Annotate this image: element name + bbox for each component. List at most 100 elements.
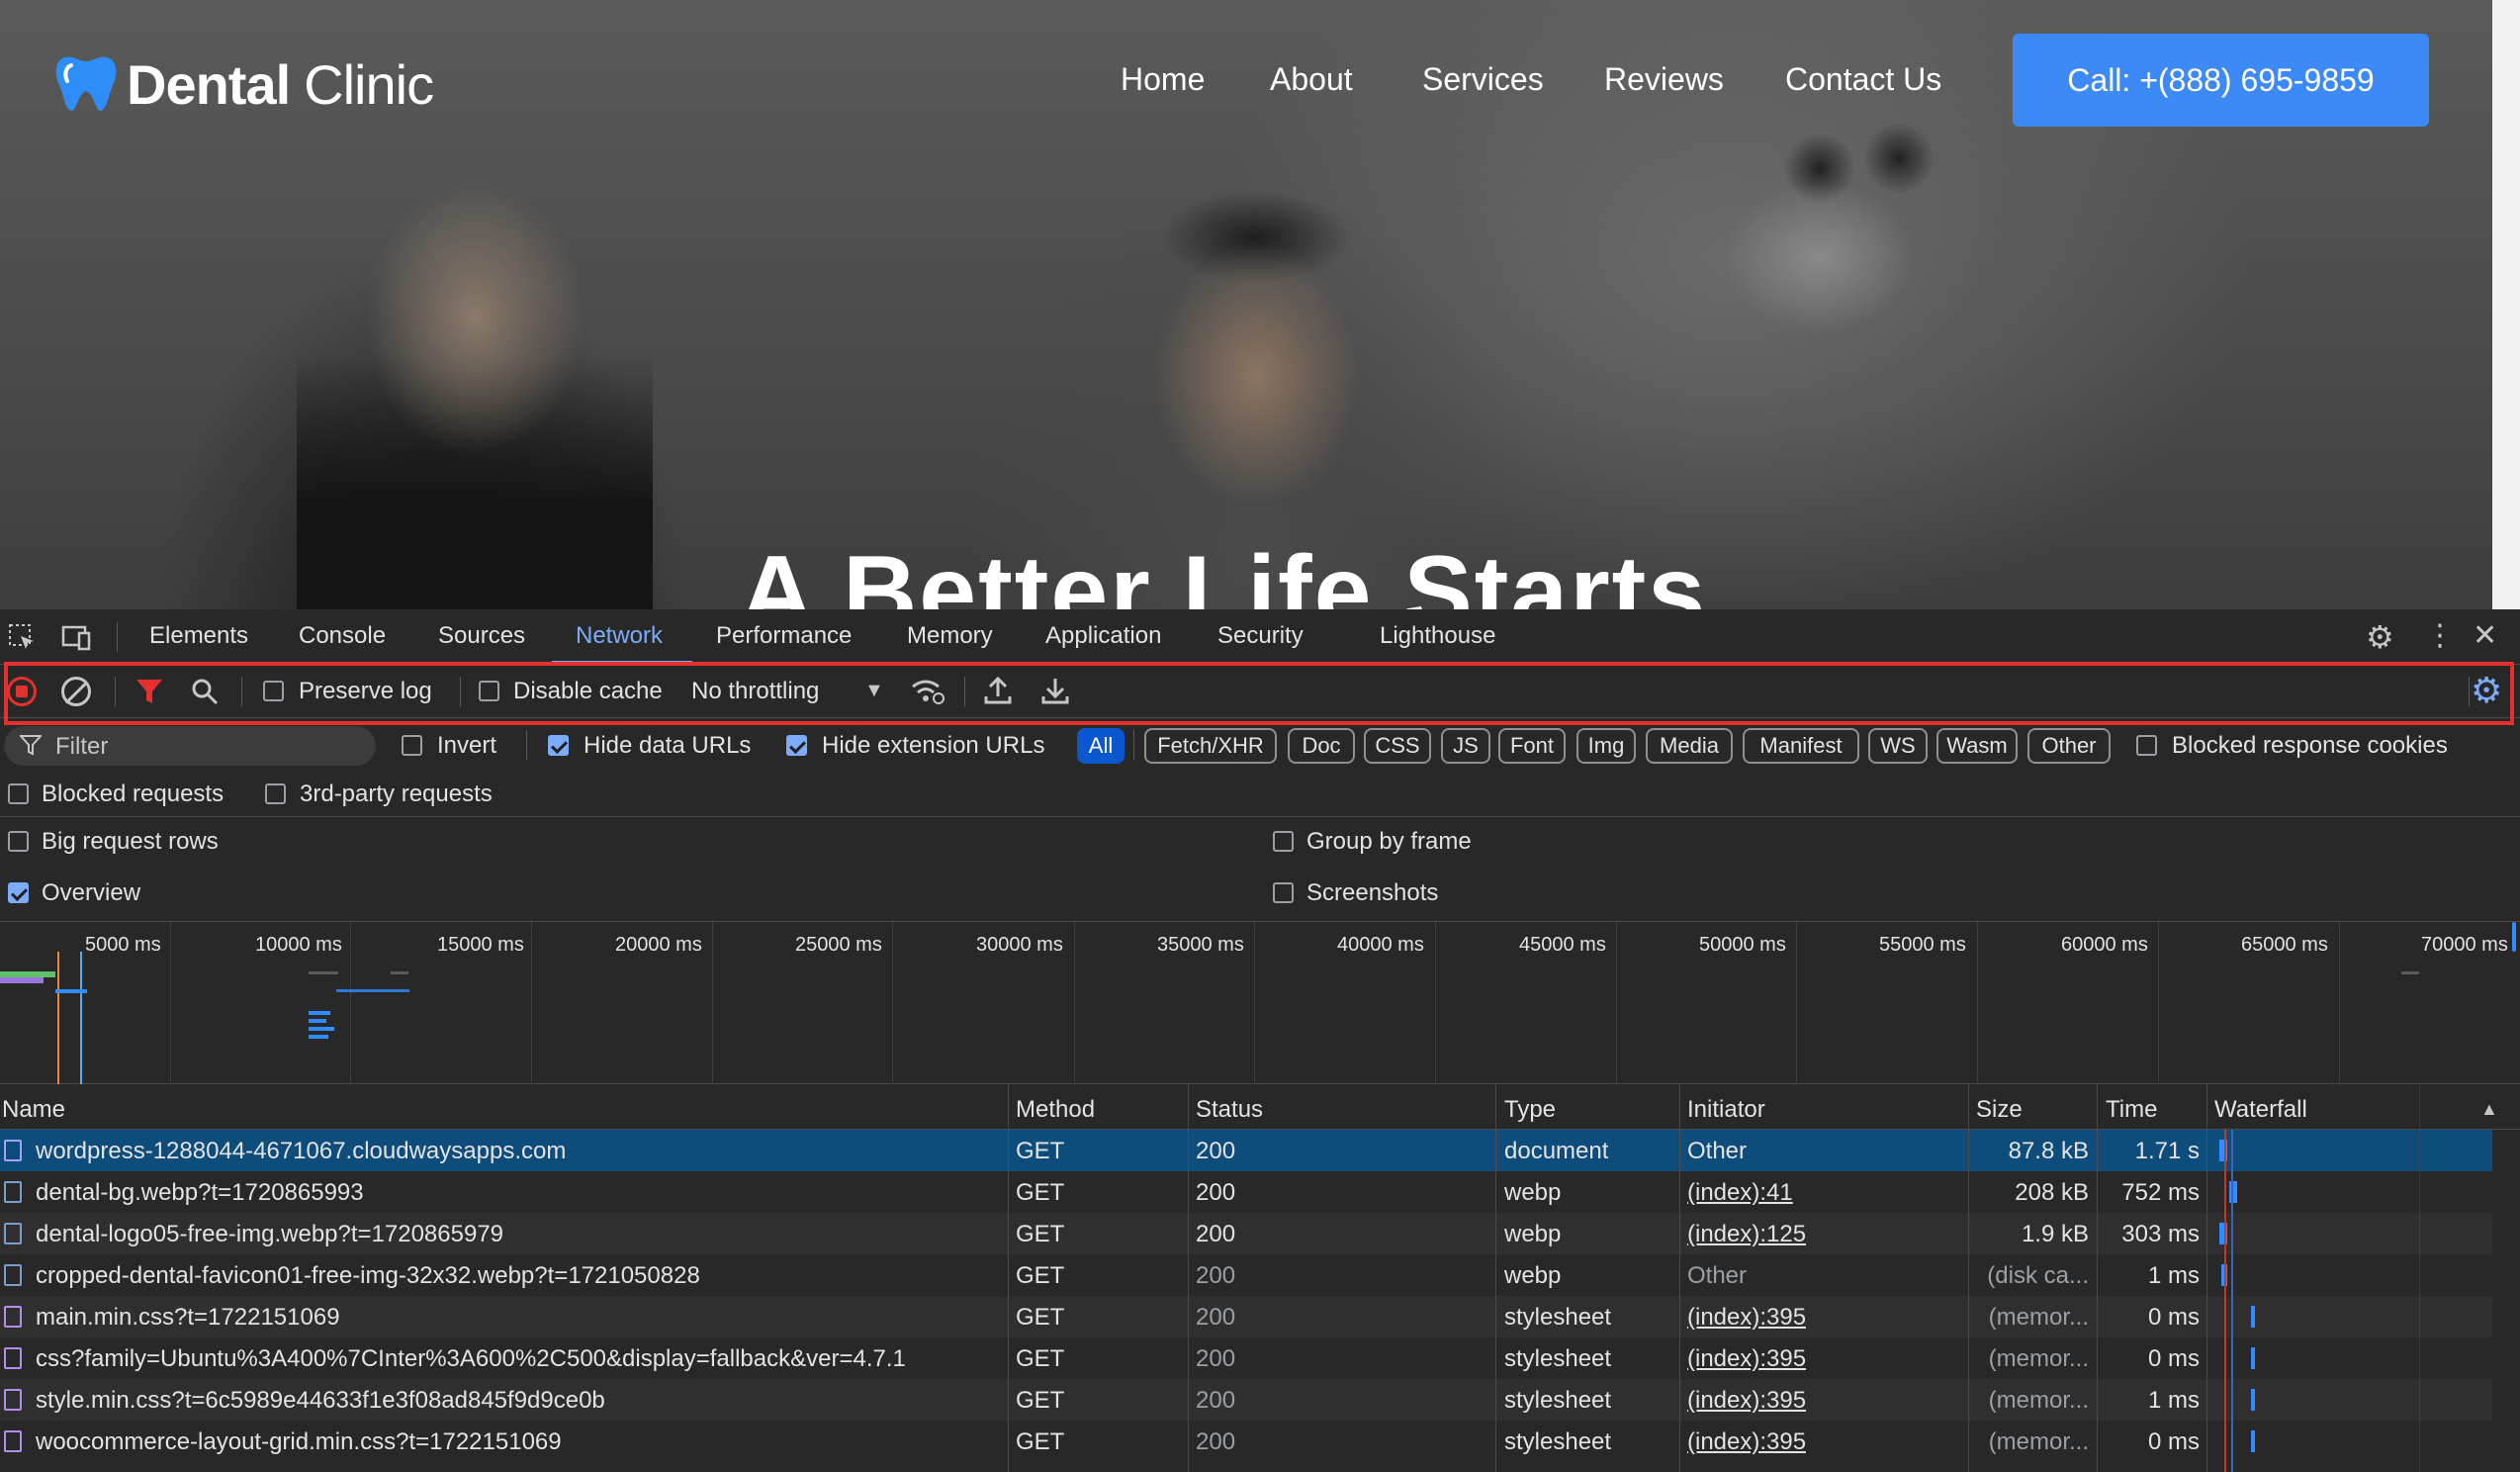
request-type: webp [1504,1221,1562,1247]
request-method: GET [1016,1221,1065,1247]
hide-extension-urls-checkbox[interactable] [786,735,807,756]
tab-elements[interactable]: Elements [149,622,248,650]
overview-scroll-handle[interactable] [2512,922,2516,952]
nav-reviews[interactable]: Reviews [1604,61,1724,98]
tabbar-separator [117,622,118,652]
request-name[interactable]: woocommerce-layout-grid.min.css?t=172215… [36,1428,1000,1456]
request-initiator[interactable]: (index):395 [1687,1345,1806,1373]
table-row[interactable]: cropped-dental-favicon01-free-img-32x32.… [0,1254,2492,1296]
overview-timeline[interactable]: 5000 ms 10000 ms 15000 ms 20000 ms 25000… [0,922,2520,1084]
column-header-method[interactable]: Method [1016,1096,1095,1124]
request-status: 200 [1196,1262,1236,1289]
request-initiator[interactable]: (index):395 [1687,1428,1806,1456]
waterfall-bar [2251,1430,2255,1452]
request-name[interactable]: dental-bg.webp?t=1720865993 [36,1179,1000,1207]
table-row[interactable]: main.min.css?t=1722151069 GET 200 styleshee… [0,1296,2492,1337]
request-size: (disk ca... [1987,1262,2089,1289]
logo-text-bold: Dental [127,52,291,116]
request-status: 200 [1196,1179,1236,1206]
type-filter-wasm[interactable]: Wasm [1936,728,2018,764]
column-header-status[interactable]: Status [1196,1096,1263,1124]
request-name[interactable]: css?family=Ubuntu%3A400%7CInter%3A600%2C… [36,1345,1000,1373]
call-button[interactable]: Call: +(888) 695-9859 [2013,34,2429,127]
type-filter-manifest[interactable]: Manifest [1743,728,1859,764]
invert-checkbox[interactable] [402,735,422,756]
column-header-size[interactable]: Size [1976,1096,2023,1124]
request-name[interactable]: cropped-dental-favicon01-free-img-32x32.… [36,1262,1000,1290]
nav-home[interactable]: Home [1121,61,1205,98]
column-header-initiator[interactable]: Initiator [1687,1096,1765,1124]
type-filter-media[interactable]: Media [1646,728,1733,764]
type-filter-js[interactable]: JS [1441,728,1490,764]
column-header-type[interactable]: Type [1504,1096,1556,1124]
column-header-time[interactable]: Time [2106,1096,2157,1124]
type-filter-ws[interactable]: WS [1868,728,1928,764]
more-options-icon[interactable]: ⋮ [2425,621,2455,651]
request-time: 1 ms [2147,1387,2200,1414]
image-icon [4,1223,22,1244]
overview-tick-label: 10000 ms [255,934,342,956]
type-filter-doc[interactable]: Doc [1288,728,1355,764]
request-initiator[interactable]: (index):395 [1687,1387,1806,1415]
blocked-response-cookies-label: Blocked response cookies [2172,732,2448,759]
device-toolbar-icon[interactable] [61,623,93,657]
request-time: 0 ms [2147,1428,2200,1455]
type-filter-fetch-xhr[interactable]: Fetch/XHR [1144,728,1277,764]
nav-services[interactable]: Services [1422,61,1544,98]
tab-sources[interactable]: Sources [438,622,525,650]
filter-input[interactable]: Filter [4,726,376,766]
request-time: 0 ms [2147,1345,2200,1372]
table-header: Name Method Status Type Initiator Size T… [0,1084,2520,1130]
tab-memory[interactable]: Memory [907,622,993,650]
table-row[interactable]: woocommerce-layout-grid.min.css?t=172215… [0,1421,2492,1462]
column-header-waterfall[interactable]: Waterfall [2214,1096,2307,1124]
third-party-requests-checkbox[interactable] [265,783,286,804]
waterfall-marker-blue [2231,1130,2233,1472]
table-row[interactable]: dental-bg.webp?t=1720865993 GET 200 webp (in… [0,1171,2492,1213]
big-request-rows-checkbox[interactable] [8,831,29,852]
column-header-name[interactable]: Name [2,1096,65,1124]
page-scrollbar[interactable] [2492,0,2520,609]
hide-data-urls-checkbox[interactable] [548,735,569,756]
request-status: 200 [1196,1138,1236,1164]
tab-application[interactable]: Application [1045,622,1161,650]
request-name[interactable]: wordpress-1288044-4671067.cloudwaysapps.… [36,1138,1000,1165]
type-filter-css[interactable]: CSS [1364,728,1431,764]
type-filter-other[interactable]: Other [2027,728,2111,764]
screenshots-checkbox[interactable] [1273,882,1294,903]
tab-lighthouse[interactable]: Lighthouse [1380,622,1495,650]
request-name[interactable]: dental-logo05-free-img.webp?t=1720865979 [36,1221,1000,1248]
table-row[interactable]: style.min.css?t=6c5989e44633f1e3f08ad845… [0,1379,2492,1421]
table-row[interactable]: wordpress-1288044-4671067.cloudwaysapps.… [0,1130,2492,1171]
stylesheet-icon [4,1306,22,1328]
type-filter-all[interactable]: All [1077,728,1125,764]
hero-title: A Better Life Starts [740,535,1708,609]
table-row[interactable]: dental-logo05-free-img.webp?t=1720865979… [0,1213,2492,1254]
blocked-requests-checkbox[interactable] [8,783,29,804]
overview-bar-purple [0,977,44,983]
type-filter-font[interactable]: Font [1498,728,1566,764]
request-name[interactable]: style.min.css?t=6c5989e44633f1e3f08ad845… [36,1387,1000,1415]
request-initiator[interactable]: (index):125 [1687,1221,1806,1248]
nav-about[interactable]: About [1270,61,1353,98]
close-devtools-icon[interactable]: ✕ [2473,621,2497,651]
request-initiator[interactable]: (index):41 [1687,1179,1793,1207]
tab-performance[interactable]: Performance [716,622,852,650]
nav-contact-us[interactable]: Contact Us [1785,61,1941,98]
tab-console[interactable]: Console [299,622,386,650]
inspect-element-icon[interactable] [8,623,38,657]
settings-gear-icon[interactable]: ⚙ [2366,621,2394,653]
group-by-frame-checkbox[interactable] [1273,831,1294,852]
blocked-response-cookies-checkbox[interactable] [2136,735,2157,756]
request-initiator[interactable]: (index):395 [1687,1304,1806,1332]
tab-security[interactable]: Security [1217,622,1304,650]
site-logo[interactable]: Dental Clinic [51,49,434,119]
table-row[interactable]: css?family=Ubuntu%3A400%7CInter%3A600%2C… [0,1337,2492,1379]
overview-checkbox[interactable] [8,882,29,903]
request-name[interactable]: main.min.css?t=1722151069 [36,1304,1000,1332]
sort-ascending-icon[interactable]: ▲ [2480,1100,2498,1118]
request-size: (memor... [1988,1345,2089,1372]
request-time: 752 ms [2121,1179,2200,1206]
tab-network[interactable]: Network [576,622,663,650]
type-filter-img[interactable]: Img [1576,728,1636,764]
